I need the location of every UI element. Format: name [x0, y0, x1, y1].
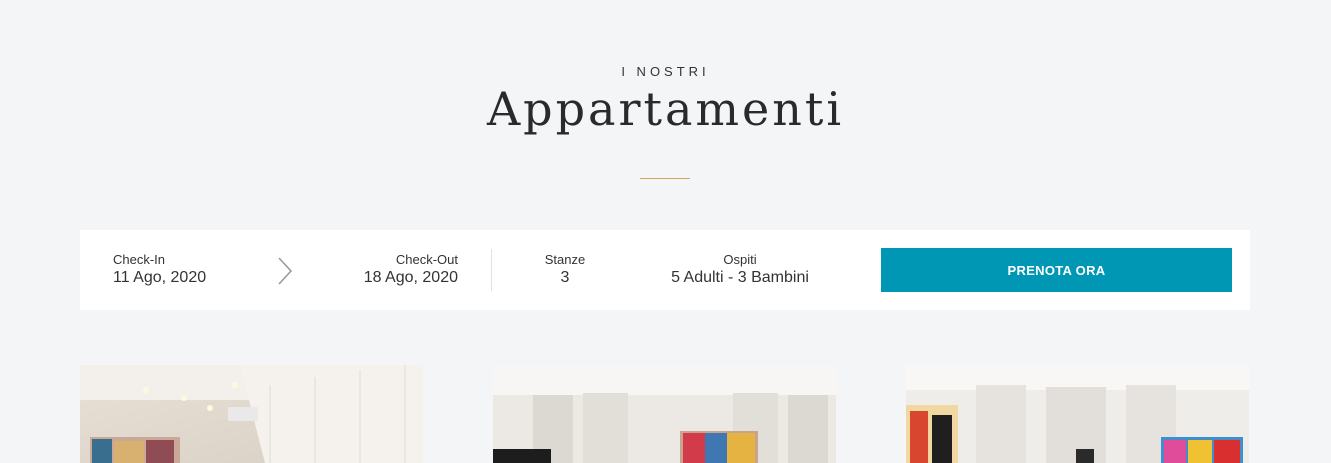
- apartment-photo-1: [80, 365, 423, 463]
- title-divider: [640, 178, 690, 179]
- guests-label: Ospiti: [723, 252, 757, 267]
- apartment-card-3[interactable]: [906, 365, 1249, 463]
- apartment-photo-2: [493, 365, 836, 463]
- apartment-photo-3: [906, 365, 1249, 463]
- guests-value: 5 Adulti - 3 Bambini: [671, 269, 809, 286]
- section-title: Appartamenti: [486, 82, 845, 136]
- book-now-button[interactable]: PRENOTA ORA: [881, 248, 1232, 292]
- check-in-value: 11 Ago, 2020: [113, 269, 207, 286]
- chevron-right-icon: [278, 257, 293, 285]
- apartment-card-1[interactable]: [80, 365, 423, 463]
- booking-bar: Check-In 11 Ago, 2020 Check-Out 18 Ago, …: [80, 230, 1250, 310]
- field-separator: [491, 249, 492, 291]
- section-eyebrow: I NOSTRI: [621, 64, 710, 79]
- check-out-field[interactable]: Check-Out 18 Ago, 2020: [364, 252, 458, 288]
- check-in-field[interactable]: Check-In 11 Ago, 2020: [113, 252, 206, 288]
- rooms-field[interactable]: Stanze 3: [524, 252, 606, 288]
- guests-field[interactable]: Ospiti 5 Adulti - 3 Bambini: [650, 252, 830, 288]
- check-out-label: Check-Out: [395, 252, 458, 267]
- rooms-value: 3: [560, 269, 570, 286]
- check-in-label: Check-In: [113, 252, 166, 267]
- check-out-value: 18 Ago, 2020: [363, 269, 458, 286]
- rooms-label: Stanze: [544, 252, 586, 267]
- apartment-card-2[interactable]: [493, 365, 836, 463]
